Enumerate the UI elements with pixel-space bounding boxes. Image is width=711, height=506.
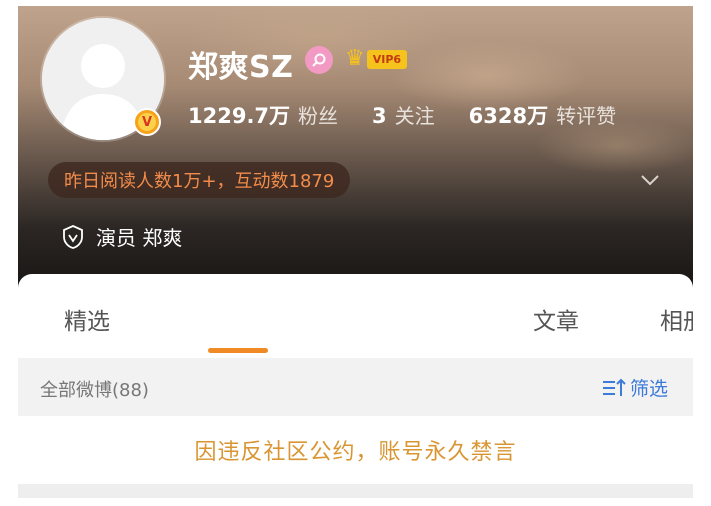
shield-v-icon (63, 224, 83, 249)
filter-sort-icon (603, 378, 626, 396)
profile-tabs: 精选 文章 相册 (18, 274, 693, 358)
profile-header: V 郑爽SZ ♛ VIP6 1229.7万 粉丝 3 关注 6328万 转评赞 … (18, 6, 693, 290)
chevron-down-glyph-icon (641, 175, 659, 186)
profile-screen: V 郑爽SZ ♛ VIP6 1229.7万 粉丝 3 关注 6328万 转评赞 … (18, 6, 693, 498)
feed-filter-bar: 全部微博(88) 筛选 (18, 358, 693, 416)
reposts-count: 6328万 (468, 104, 549, 128)
following-stat[interactable]: 3 关注 (372, 100, 435, 129)
reposts-stat[interactable]: 6328万 转评赞 (469, 100, 616, 130)
verified-v-icon: V (133, 108, 161, 136)
chevron-down-icon[interactable] (638, 168, 662, 192)
verified-mark: V (138, 113, 156, 131)
divider (18, 484, 693, 498)
vip-badge[interactable]: ♛ VIP6 (345, 46, 408, 71)
reading-stats-pill[interactable]: 昨日阅读人数1万+，互动数1879 (48, 162, 351, 198)
magnifier-rank-glyph-icon (312, 53, 326, 67)
followers-count: 1229.7万 (188, 104, 291, 128)
username: 郑爽SZ (188, 50, 294, 85)
tab-indicator (208, 348, 268, 353)
all-weibo-count: 全部微博(88) (40, 380, 149, 401)
reposts-label: 转评赞 (556, 104, 617, 128)
vip-level-label: VIP6 (366, 49, 408, 69)
followers-label: 粉丝 (298, 104, 339, 128)
following-count: 3 (372, 104, 387, 128)
profile-stats: 1229.7万 粉丝 3 关注 6328万 转评赞 (188, 100, 650, 130)
crown-icon: ♛ (345, 46, 365, 71)
following-label: 关注 (394, 104, 435, 128)
filter-label: 筛选 (630, 378, 669, 400)
tab-featured[interactable]: 精选 (64, 302, 110, 336)
ban-notice: 因违反社区公约，账号永久禁言 (18, 416, 693, 484)
filter-button[interactable]: 筛选 (602, 374, 668, 401)
tab-album[interactable]: 相册 (660, 302, 693, 336)
verification-role: 演员 郑爽 (62, 222, 182, 251)
role-text: 演员 郑爽 (96, 226, 183, 250)
ban-notice-text: 因违反社区公约，账号永久禁言 (194, 440, 517, 465)
rank-icon[interactable] (305, 46, 333, 74)
followers-stat[interactable]: 1229.7万 粉丝 (188, 100, 338, 130)
tab-articles[interactable]: 文章 (533, 302, 579, 336)
